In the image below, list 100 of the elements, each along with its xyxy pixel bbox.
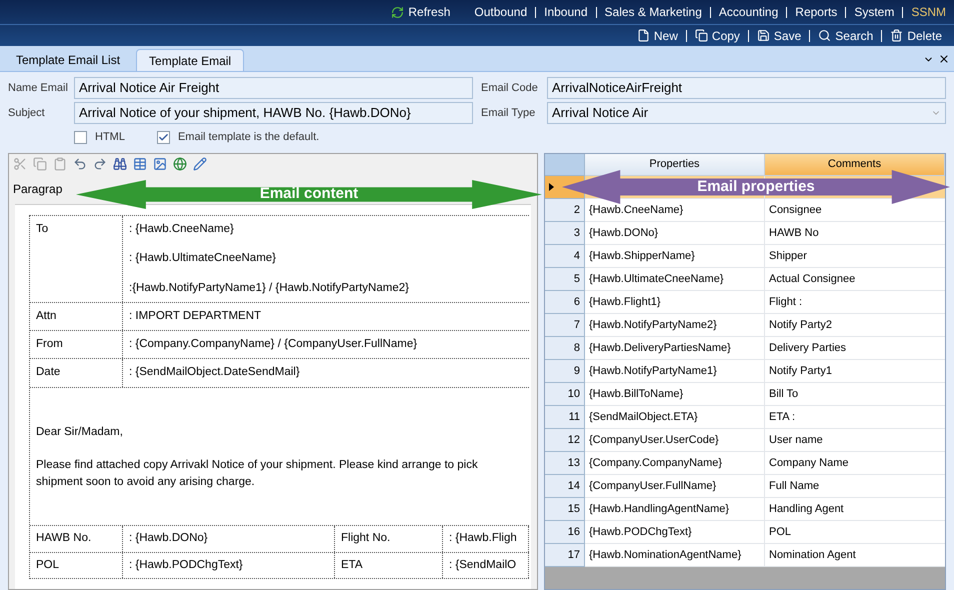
- table-cell-text: Company Name: [769, 456, 848, 471]
- trash-icon: [890, 29, 904, 42]
- grid-row[interactable]: 16 {Hawb.PODChgText} POL: [545, 521, 945, 544]
- toolbar-button[interactable]: Delete: [886, 26, 946, 44]
- table-cell-text: Bill To: [769, 386, 798, 402]
- table-cell-text: User name: [769, 432, 823, 448]
- table-cell-text: Notify Party1: [769, 364, 832, 379]
- table-cell-text: {Company.CompanyName}: [589, 456, 722, 471]
- menu-item[interactable]: System: [854, 3, 894, 21]
- grid-row[interactable]: 13 {Company.CompanyName} Company Name: [545, 452, 945, 475]
- text-field[interactable]: Arrival Notice Air Freight: [74, 77, 473, 99]
- table-cell-text: Shipper: [769, 248, 807, 264]
- email-type-dropdown[interactable]: Arrival Notice Air: [547, 102, 946, 124]
- table-cell-text: {CompanyUser.UserCode}: [589, 432, 719, 448]
- undo-icon[interactable]: [73, 157, 87, 171]
- toolbar-button[interactable]: Search: [814, 26, 878, 44]
- row-number: 7: [574, 318, 580, 333]
- menu-item[interactable]: Sales & Marketing: [604, 3, 702, 21]
- text-field[interactable]: ArrivalNoticeAirFreight: [547, 77, 946, 99]
- toolbar-button[interactable]: Save: [752, 26, 806, 44]
- table-cell-text: {Hawb.UltimateCneeName}: [589, 272, 724, 287]
- row-pointer-icon: [549, 183, 554, 191]
- table-cell: ETA: [341, 558, 363, 570]
- refresh-icon: [391, 6, 404, 18]
- refresh-button[interactable]: Refresh: [391, 3, 450, 21]
- row-number: 14: [568, 478, 580, 494]
- column-header[interactable]: Comments: [765, 154, 945, 176]
- table-icon[interactable]: [133, 157, 147, 171]
- menu-item[interactable]: Reports: [795, 3, 838, 21]
- toolbar-button[interactable]: Copy: [690, 26, 744, 44]
- table-cell-text: {Hawb.DONo}: [589, 226, 658, 241]
- table-cell-text: {Hawb.CneeName}: [589, 202, 684, 218]
- grid-row[interactable]: 17 {Hawb.NominationAgentName} Nomination Agent: [545, 544, 945, 567]
- redo-icon[interactable]: [93, 157, 107, 171]
- table-cell-text: Consignee: [769, 202, 822, 218]
- row-number: 9: [574, 364, 580, 379]
- table-cell: : {Hawb.Fligh: [449, 532, 517, 544]
- format-dropdown[interactable]: Paragrap: [13, 180, 62, 198]
- table-cell-text: ETA :: [769, 410, 796, 425]
- row-number: 15: [568, 502, 580, 517]
- row-number: 4: [574, 248, 580, 264]
- table-cell-text: Flight :: [769, 294, 802, 310]
- table-cell-text: Delivery Parties: [769, 340, 846, 356]
- pencil-icon[interactable]: [193, 157, 207, 171]
- row-number: 2: [574, 202, 580, 218]
- table-cell-text: {Hawb.Flight1}: [589, 294, 661, 310]
- table-cell: : {Hawb.DONo}: [129, 532, 208, 544]
- globe-icon[interactable]: [173, 157, 187, 171]
- row-number: 16: [568, 524, 580, 540]
- annotation-label: Email content: [260, 184, 358, 204]
- row-number: 12: [568, 432, 580, 448]
- field-label: Email Type: [481, 106, 536, 121]
- grid-row[interactable]: 11 {SendMailObject.ETA} ETA :: [545, 406, 945, 429]
- checkbox[interactable]: [156, 130, 170, 144]
- row-number: 11: [568, 410, 580, 425]
- grid-row[interactable]: 14 {CompanyUser.FullName} Full Name: [545, 475, 945, 498]
- table-cell-text: {Hawb.BillToName}: [589, 386, 684, 402]
- grid-row[interactable]: 10 {Hawb.BillToName} Bill To: [545, 383, 945, 406]
- table-cell-text: {Hawb.HandlingAgentName}: [589, 502, 730, 517]
- tab[interactable]: Template Email: [136, 49, 244, 71]
- text-field[interactable]: Arrival Notice of your shipment, HAWB No. {Hawb.DONo}: [74, 102, 473, 124]
- table-cell: : {SendMailO: [449, 558, 516, 570]
- table-cell: POL: [36, 558, 60, 570]
- toolbar-button[interactable]: New: [632, 26, 682, 44]
- close-icon[interactable]: [938, 53, 950, 65]
- grid-row[interactable]: 8 {Hawb.DeliveryPartiesName} Delivery Parties: [545, 337, 945, 360]
- tab[interactable]: Template Email List: [4, 49, 132, 71]
- grid-row[interactable]: 12 {CompanyUser.UserCode} User name: [545, 429, 945, 452]
- menu-item[interactable]: Inbound: [544, 3, 588, 21]
- row-number: 8: [574, 340, 580, 356]
- body-text: Please find attached copy Arrivakl Notice of your shipment. Please kind arrange to pick: [36, 458, 479, 473]
- field-label: Name Email: [8, 80, 69, 96]
- table-cell-text: {Hawb.PODChgText}: [589, 524, 692, 540]
- grid-row[interactable]: 5 {Hawb.UltimateCneeName} Actual Consignee: [545, 268, 945, 291]
- grid-row[interactable]: 4 {Hawb.ShipperName} Shipper: [545, 245, 945, 268]
- grid-row[interactable]: 9 {Hawb.NotifyPartyName1} Notify Party1: [545, 360, 945, 383]
- checkbox-label: Email template is the default.: [178, 130, 320, 145]
- checkbox[interactable]: [74, 130, 87, 144]
- image-icon[interactable]: [153, 157, 167, 171]
- table-cell-text: : {Company.CompanyName} / {CompanyUser.FullName}: [129, 337, 418, 352]
- row-number: 6: [574, 294, 580, 310]
- menu-item[interactable]: Accounting: [718, 3, 778, 21]
- grid-row[interactable]: 15 {Hawb.HandlingAgentName} Handling Agent: [545, 498, 945, 521]
- table-cell-text: {Hawb.DeliveryPartiesName}: [589, 340, 731, 356]
- grid-row[interactable]: 7 {Hawb.NotifyPartyName2} Notify Party2: [545, 314, 945, 337]
- table-cell-text: {Hawb.NotifyPartyName1}: [589, 364, 717, 379]
- table-cell-text: {Hawb.NominationAgentName}: [589, 548, 742, 563]
- grid-row[interactable]: 6 {Hawb.Flight1} Flight :: [545, 291, 945, 314]
- clipboard-icon[interactable]: [53, 157, 67, 171]
- table-cell-text: {Hawb.NotifyPartyName2}: [589, 318, 717, 333]
- column-header[interactable]: Properties: [585, 154, 765, 176]
- table-cell-text: : {Hawb.UltimateCneeName}: [129, 251, 278, 266]
- row-number: 17: [568, 548, 580, 563]
- table-cell: : {Hawb.PODChgText}: [129, 558, 243, 570]
- row-number: 3: [574, 226, 580, 241]
- menu-item[interactable]: Outbound: [474, 3, 528, 21]
- save-icon: [756, 29, 770, 42]
- grid-row[interactable]: 3 {Hawb.DONo} HAWB No: [545, 222, 945, 245]
- binoculars-icon[interactable]: [113, 157, 127, 171]
- grid-row[interactable]: 2 {Hawb.CneeName} Consignee: [545, 199, 945, 222]
